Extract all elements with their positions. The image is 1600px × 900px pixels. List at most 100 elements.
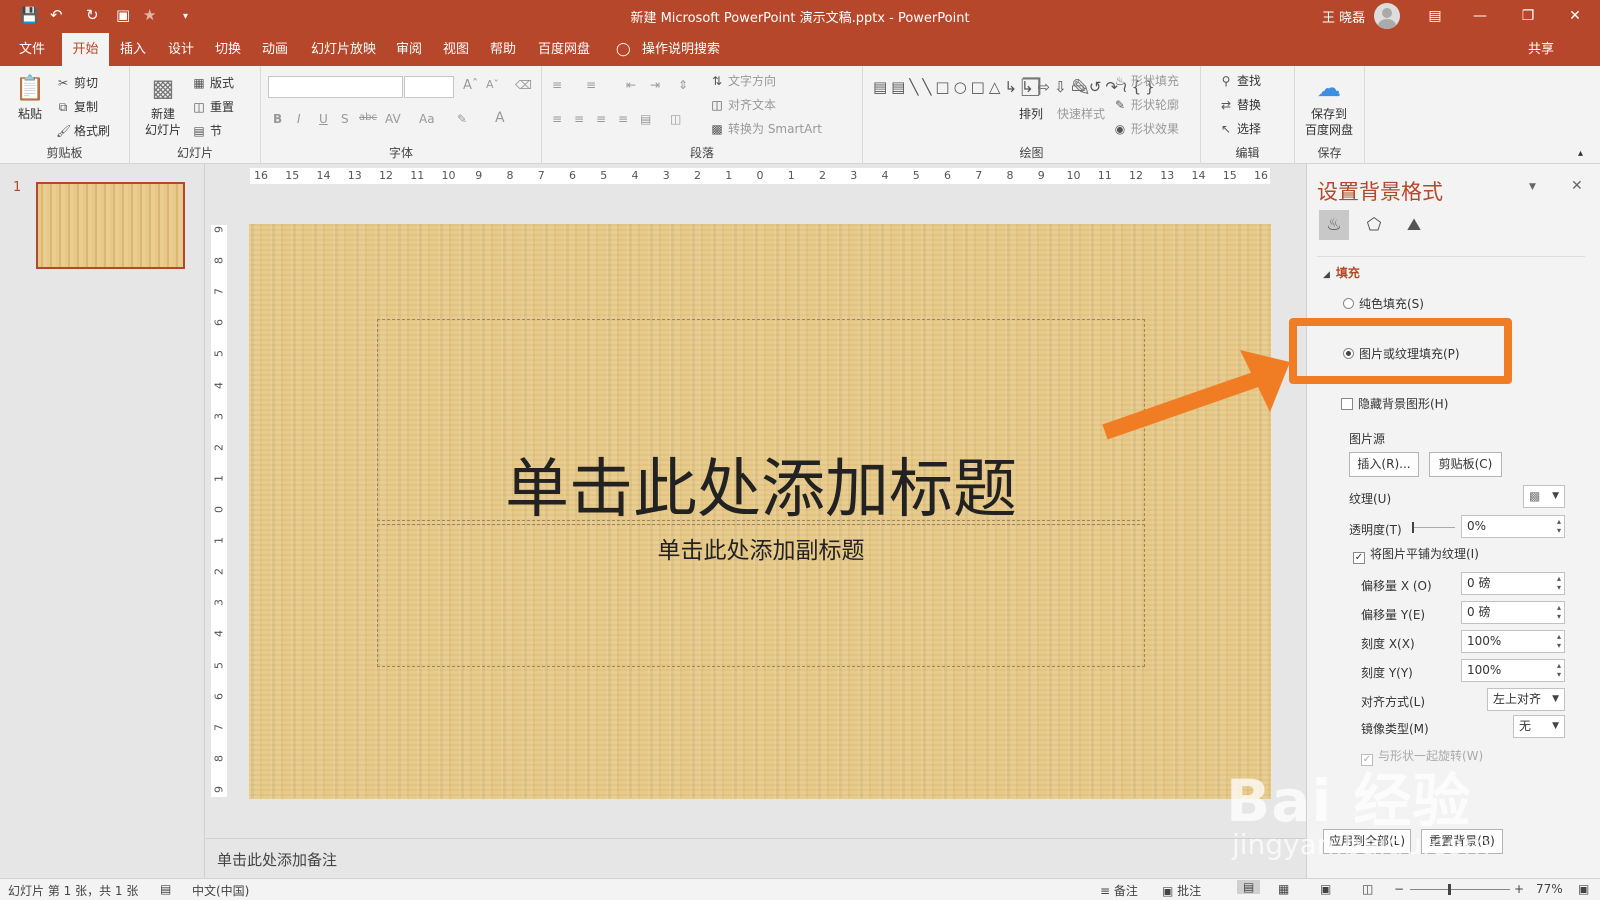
align-text-button[interactable]: ◫ 对齐文本 bbox=[710, 96, 776, 113]
zoom-thumb[interactable] bbox=[1448, 884, 1451, 895]
char-spacing-icon[interactable]: AV bbox=[385, 112, 401, 126]
quick-styles-button[interactable]: ✎ 快速样式 bbox=[1055, 72, 1107, 122]
italic-icon[interactable]: I bbox=[297, 112, 301, 126]
solid-fill-radio[interactable]: 纯色填充(S) bbox=[1343, 295, 1424, 312]
mirror-dropdown[interactable]: 无 ▼ bbox=[1513, 715, 1565, 738]
zoom-level[interactable]: 77% bbox=[1536, 882, 1563, 896]
font-grow-icon[interactable]: Aˆ bbox=[463, 78, 478, 93]
reading-view-icon[interactable]: ▣ bbox=[1320, 882, 1331, 896]
underline-icon[interactable]: U bbox=[319, 112, 328, 126]
fit-to-window-icon[interactable]: ▣ bbox=[1578, 882, 1589, 896]
align-left-icon[interactable]: ≡ bbox=[552, 112, 562, 126]
tab-baidu[interactable]: 百度网盘 bbox=[530, 33, 598, 66]
bold-icon[interactable]: B bbox=[273, 112, 282, 126]
strikethrough-icon[interactable]: abc bbox=[359, 112, 377, 123]
columns-icon[interactable]: ◫ bbox=[670, 112, 681, 126]
shadow-icon[interactable]: S bbox=[341, 112, 349, 126]
minimize-button[interactable]: — bbox=[1460, 4, 1500, 28]
offset-x-input[interactable]: 0 磅 bbox=[1461, 572, 1565, 595]
slide-sorter-icon[interactable]: ▦ bbox=[1278, 882, 1289, 896]
tab-view[interactable]: 视图 bbox=[435, 33, 477, 66]
ribbon-display-icon[interactable]: ▤ bbox=[1415, 4, 1455, 28]
shape-fill-button[interactable]: ♨ 形状填充 bbox=[1113, 72, 1179, 89]
paste-button[interactable]: 📋 粘贴 bbox=[12, 72, 48, 122]
shape-outline-button[interactable]: ✎ 形状轮廓 bbox=[1113, 96, 1179, 113]
slideshow-icon[interactable]: ◫ bbox=[1362, 882, 1373, 896]
collapse-ribbon-icon[interactable]: ▴ bbox=[1578, 148, 1583, 159]
slide-thumbnail[interactable] bbox=[36, 182, 185, 269]
normal-view-icon[interactable]: ▤ bbox=[1237, 880, 1261, 894]
spellcheck-icon[interactable]: ▤ bbox=[160, 882, 171, 896]
insert-button[interactable]: 插入(R)... bbox=[1349, 452, 1419, 477]
maximize-button[interactable]: ❐ bbox=[1508, 4, 1548, 28]
increase-indent-icon[interactable]: ⇥ bbox=[650, 78, 660, 92]
bullets-icon[interactable]: ≡ bbox=[552, 78, 562, 92]
texture-dropdown[interactable]: ▩ ▼ bbox=[1523, 485, 1565, 508]
avatar[interactable] bbox=[1374, 3, 1400, 29]
tab-animations[interactable]: 动画 bbox=[254, 33, 296, 66]
tab-slideshow[interactable]: 幻灯片放映 bbox=[303, 33, 384, 66]
language-status[interactable]: 中文(中国) bbox=[192, 882, 249, 899]
tab-help[interactable]: 帮助 bbox=[482, 33, 524, 66]
tab-file[interactable]: 文件 bbox=[11, 33, 53, 66]
align-right-icon[interactable]: ≡ bbox=[596, 112, 606, 126]
tell-me-search[interactable]: 操作说明搜索 bbox=[634, 33, 728, 66]
clear-format-icon[interactable]: ⌫ bbox=[515, 78, 532, 92]
slide-title[interactable]: 单击此处添加标题 bbox=[378, 438, 1144, 530]
align-center-icon[interactable]: ≡ bbox=[574, 112, 584, 126]
notes-placeholder[interactable]: 单击此处添加备注 bbox=[217, 849, 337, 870]
change-case-icon[interactable]: Aa bbox=[419, 112, 435, 126]
numbering-icon[interactable]: ≡ bbox=[586, 78, 596, 92]
zoom-slider[interactable] bbox=[1410, 884, 1510, 895]
subtitle-placeholder[interactable]: 单击此处添加副标题 bbox=[377, 524, 1145, 667]
slide-subtitle[interactable]: 单击此处添加副标题 bbox=[378, 531, 1144, 565]
fill-section-header[interactable]: ◢ 填充 bbox=[1323, 264, 1360, 281]
replace-button[interactable]: ⇄ 替换 bbox=[1219, 96, 1261, 113]
find-button[interactable]: ⚲ 查找 bbox=[1219, 72, 1261, 89]
title-placeholder[interactable]: 单击此处添加标题 bbox=[377, 319, 1145, 527]
scale-y-input[interactable]: 100% bbox=[1461, 659, 1565, 682]
transparency-input[interactable]: 0% bbox=[1461, 515, 1565, 538]
section-button[interactable]: ▤ 节 bbox=[192, 122, 222, 139]
alignment-dropdown[interactable]: 左上对齐 ▼ bbox=[1487, 688, 1565, 711]
justify-icon[interactable]: ≡ bbox=[618, 112, 628, 126]
reset-button[interactable]: ◫ 重置 bbox=[192, 98, 234, 115]
arrange-button[interactable]: ❐ 排列 bbox=[1011, 72, 1051, 122]
zoom-out-icon[interactable]: − bbox=[1394, 882, 1404, 896]
tab-review[interactable]: 审阅 bbox=[388, 33, 430, 66]
share-button[interactable]: 共享 bbox=[1520, 33, 1562, 66]
notes-pane[interactable]: 单击此处添加备注 bbox=[206, 838, 1306, 878]
panel-close-icon[interactable]: ✕ bbox=[1571, 178, 1583, 194]
scale-x-input[interactable]: 100% bbox=[1461, 630, 1565, 653]
new-slide-button[interactable]: ▩ 新建 幻灯片 bbox=[140, 72, 186, 138]
fill-tab-icon[interactable]: ♨ bbox=[1319, 210, 1349, 240]
effects-tab-icon[interactable]: ⬠ bbox=[1359, 210, 1389, 240]
picture-tab-icon[interactable]: ⛰ bbox=[1399, 210, 1429, 240]
tab-transitions[interactable]: 切换 bbox=[207, 33, 249, 66]
transparency-slider[interactable] bbox=[1412, 522, 1455, 533]
shape-effects-button[interactable]: ◉ 形状效果 bbox=[1113, 120, 1179, 137]
cut-button[interactable]: ✂ 剪切 bbox=[56, 74, 98, 91]
slide-canvas[interactable]: 单击此处添加标题 单击此处添加副标题 bbox=[249, 224, 1271, 799]
close-button[interactable]: ✕ bbox=[1555, 4, 1595, 28]
font-shrink-icon[interactable]: Aˇ bbox=[486, 78, 499, 91]
font-color-icon[interactable]: A bbox=[495, 110, 505, 126]
copy-button[interactable]: ⧉ 复制 bbox=[56, 98, 98, 115]
decrease-indent-icon[interactable]: ⇤ bbox=[626, 78, 636, 92]
hide-background-checkbox[interactable]: 隐藏背景图形(H) bbox=[1341, 395, 1448, 412]
highlight-icon[interactable]: ✎ bbox=[457, 112, 467, 126]
select-button[interactable]: ↖ 选择 bbox=[1219, 120, 1261, 137]
zoom-in-icon[interactable]: + bbox=[1514, 882, 1524, 896]
shapes-gallery[interactable]: ▤▤╲╲□○□△↳↳⇨⇩▭↺↷≀{} bbox=[873, 76, 1155, 98]
tile-checkbox[interactable]: ✓ 将图片平铺为纹理(I) bbox=[1353, 545, 1479, 564]
tab-insert[interactable]: 插入 bbox=[112, 33, 154, 66]
layout-button[interactable]: ▦ 版式 bbox=[192, 74, 234, 91]
notes-toggle[interactable]: ≡ 备注 bbox=[1100, 882, 1138, 899]
offset-y-input[interactable]: 0 磅 bbox=[1461, 601, 1565, 624]
comments-toggle[interactable]: ▣ 批注 bbox=[1162, 882, 1201, 899]
font-size-input[interactable] bbox=[404, 76, 454, 98]
tab-design[interactable]: 设计 bbox=[160, 33, 202, 66]
format-painter-button[interactable]: 🖌 格式刷 bbox=[56, 122, 110, 139]
line-spacing-icon[interactable]: ⇕ bbox=[678, 78, 688, 92]
panel-options-icon[interactable]: ▼ bbox=[1529, 182, 1536, 192]
